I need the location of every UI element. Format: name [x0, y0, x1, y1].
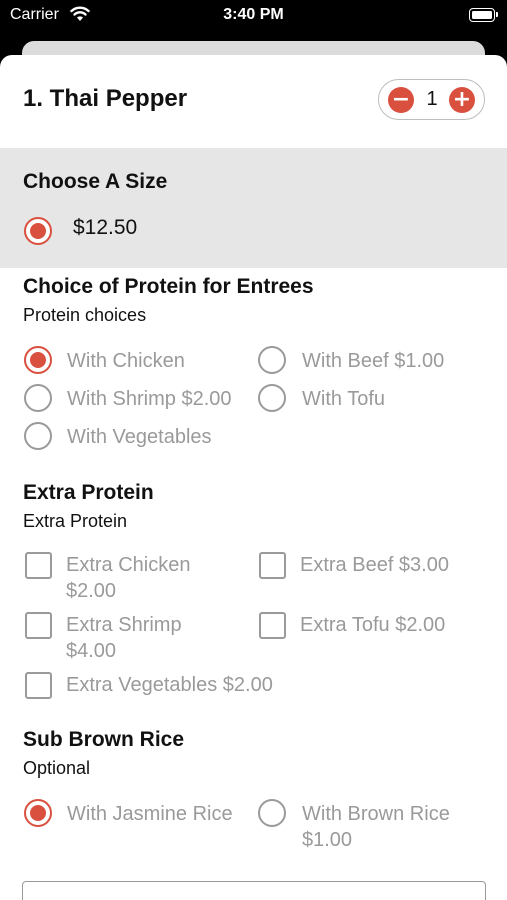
protein-beef-label: With Beef $1.00 — [302, 350, 445, 372]
jasmine-rice-radio-icon[interactable] — [24, 799, 52, 827]
special-instructions-field[interactable] — [22, 881, 486, 900]
extra-vegetables-checkbox-icon[interactable] — [25, 672, 52, 699]
status-time: 3:40 PM — [223, 6, 284, 23]
protein-shrimp-label: With Shrimp $2.00 — [67, 388, 232, 410]
size-option-label: $12.50 — [73, 216, 138, 239]
size-section-title: Choose A Size — [23, 170, 168, 193]
protein-chicken-radio-icon[interactable] — [24, 346, 52, 374]
extra-beef-label: Extra Beef $3.00 — [300, 554, 449, 576]
extra-tofu-checkbox-icon[interactable] — [259, 612, 286, 639]
protein-vegetables-label: With Vegetables — [67, 426, 212, 448]
extra-chicken-checkbox-icon[interactable] — [25, 552, 52, 579]
brown-rice-radio-icon[interactable] — [258, 799, 286, 827]
protein-section-subtitle: Protein choices — [23, 305, 147, 325]
brown-rice-label: With Brown Rice — [302, 803, 450, 825]
extra-shrimp-label: Extra Shrimp — [66, 614, 182, 636]
jasmine-rice-label: With Jasmine Rice — [67, 803, 233, 825]
quantity-stepper: − 1 + — [378, 79, 485, 120]
extra-protein-section-title: Extra Protein — [23, 481, 154, 504]
protein-vegetables-radio-icon[interactable] — [24, 422, 52, 450]
rice-section-subtitle: Optional — [23, 758, 91, 778]
protein-shrimp-radio-icon[interactable] — [24, 384, 52, 412]
size-radio-selected-icon[interactable] — [24, 217, 52, 245]
protein-section-title: Choice of Protein for Entrees — [23, 275, 314, 298]
extra-protein-section-subtitle: Extra Protein — [23, 511, 128, 531]
brown-rice-price: $1.00 — [302, 829, 353, 851]
extra-chicken-label: Extra Chicken — [66, 554, 191, 576]
extra-chicken-price: $2.00 — [66, 580, 117, 602]
item-title: 1. Thai Pepper — [23, 85, 188, 112]
extra-vegetables-label: Extra Vegetables $2.00 — [66, 674, 273, 696]
protein-chicken-label: With Chicken — [67, 350, 185, 372]
decrease-quantity-button[interactable]: − — [388, 87, 414, 113]
extra-shrimp-checkbox-icon[interactable] — [25, 612, 52, 639]
extra-tofu-label: Extra Tofu $2.00 — [300, 614, 446, 636]
increase-quantity-button[interactable]: + — [449, 87, 475, 113]
protein-tofu-radio-icon[interactable] — [258, 384, 286, 412]
protein-tofu-label: With Tofu — [302, 388, 385, 410]
battery-icon — [469, 8, 498, 22]
protein-beef-radio-icon[interactable] — [258, 346, 286, 374]
extra-shrimp-price: $4.00 — [66, 640, 117, 662]
size-section: Choose A Size $12.50 — [0, 148, 507, 268]
status-bar: Carrier 3:40 PM — [0, 0, 507, 34]
rice-section-title: Sub Brown Rice — [23, 728, 185, 751]
extra-beef-checkbox-icon[interactable] — [259, 552, 286, 579]
quantity-value: 1 — [426, 88, 438, 110]
item-options-sheet: 1. Thai Pepper − 1 + Choose A Size $12.5… — [0, 55, 507, 900]
